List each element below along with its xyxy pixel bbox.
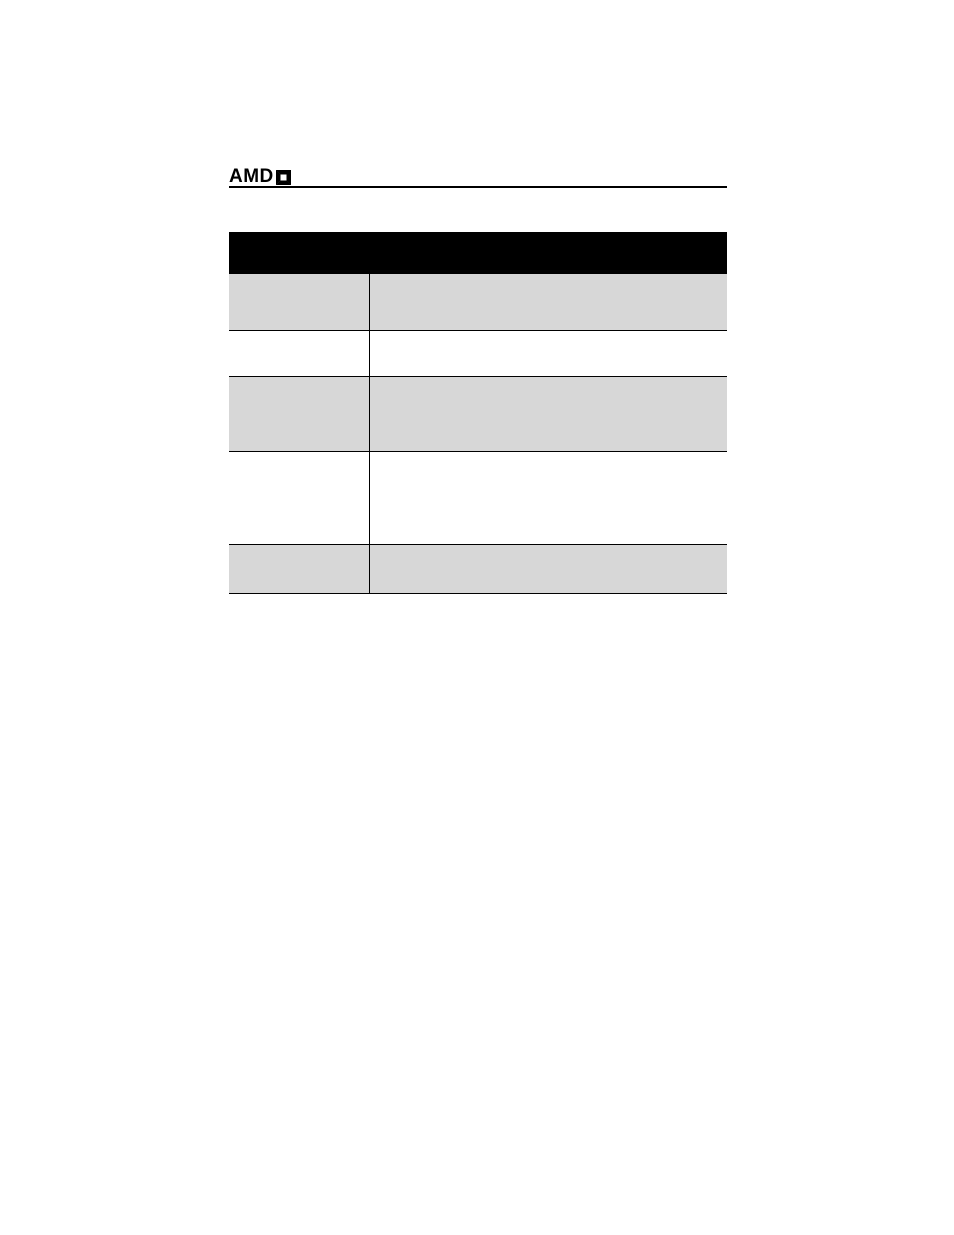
table-header-cell [370,233,727,273]
table-row [229,545,727,594]
amd-logo-text: AMD [229,167,274,186]
table-header-row [229,232,727,274]
table-cell [229,274,370,330]
page-header: AMD [229,164,727,188]
table-row [229,274,727,331]
amd-arrow-icon [276,170,291,185]
table-cell [229,452,370,544]
table-row [229,452,727,545]
table-cell [229,331,370,376]
amd-logo: AMD [229,164,291,186]
table-row [229,331,727,377]
table-cell [370,545,727,593]
table-cell [370,377,727,451]
table-cell [370,331,727,376]
table-cell [370,274,727,330]
document-page: AMD [0,0,954,1235]
table-header-cell [229,233,370,273]
data-table [229,232,727,594]
table-cell [229,545,370,593]
table-cell [370,452,727,544]
table-cell [229,377,370,451]
table-row [229,377,727,452]
